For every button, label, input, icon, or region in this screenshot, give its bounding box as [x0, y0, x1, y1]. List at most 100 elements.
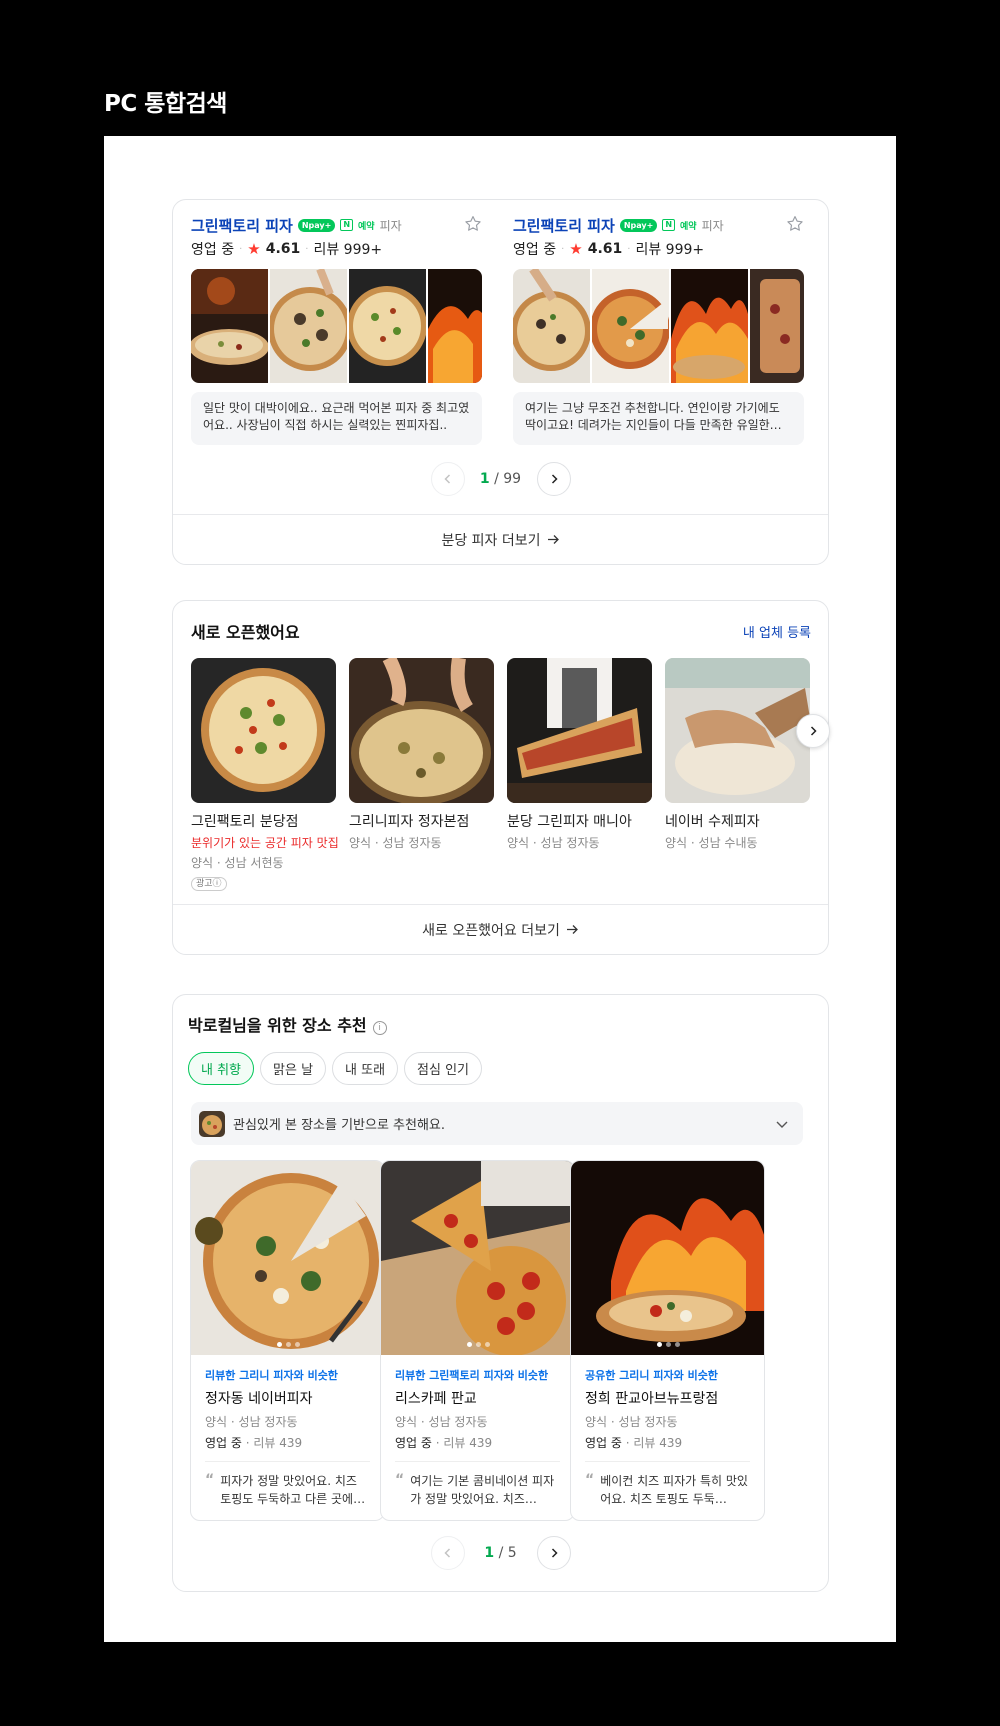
chevron-right-icon — [810, 726, 817, 736]
pizza-photo — [671, 269, 748, 383]
pizza-photo — [191, 1161, 384, 1355]
pagination: 1 / 99 — [173, 462, 828, 496]
star-outline-icon[interactable] — [785, 214, 805, 234]
register-business-link[interactable]: 내 업체 등록 — [743, 622, 811, 641]
place-name-link[interactable]: 그린팩토리 피자 — [191, 215, 293, 236]
chevron-right-icon — [551, 1548, 558, 1558]
pizza-photo — [750, 269, 804, 383]
pizza-photo — [191, 658, 336, 803]
pizza-photo — [592, 269, 669, 383]
image-dots — [191, 1342, 384, 1347]
place-name: 정희 판교아브뉴프랑점 — [585, 1391, 719, 1407]
prev-page-button[interactable] — [430, 1536, 465, 1570]
carousel-next-button[interactable] — [796, 714, 830, 748]
page-indicator: 1 / 5 — [484, 1545, 517, 1561]
quote-icon: “ — [205, 1472, 215, 1488]
place-name-link[interactable]: 그린팩토리 피자 — [513, 215, 615, 236]
status-text: 영업 중 — [395, 1436, 432, 1450]
promo-text: 분위기가 있는 공간 피자 맛집 — [191, 836, 339, 850]
recommended-place[interactable]: 공유한 그리니 피자와 비슷한 정희 판교아브뉴프랑점 양식 · 성남 정자동 … — [570, 1160, 765, 1521]
chip-sunny-day[interactable]: 맑은 날 — [260, 1052, 327, 1085]
place-category: 피자 — [701, 218, 724, 233]
filter-chips: 내 취향 맑은 날 내 또래 점심 인기 — [188, 1052, 483, 1085]
more-results-button[interactable]: 분당 피자 더보기 — [173, 514, 828, 564]
image-dots — [381, 1342, 574, 1347]
next-page-button[interactable] — [536, 462, 571, 496]
section-title: 새로 오픈했어요 — [191, 623, 300, 642]
place-name: 그린팩토리 분당점 — [191, 814, 299, 830]
more-new-open-button[interactable]: 새로 오픈했어요 더보기 — [173, 904, 828, 954]
chip-my-age[interactable]: 내 또래 — [332, 1052, 399, 1085]
place-name: 그리니피자 정자본점 — [349, 814, 470, 830]
pizza-photo — [191, 269, 268, 383]
recommend-reason: 리뷰한 그린팩토리 피자와 비슷한 — [395, 1369, 549, 1382]
review-count: 리뷰 999+ — [635, 242, 705, 258]
recommend-reason: 공유한 그리니 피자와 비슷한 — [585, 1369, 718, 1382]
basis-thumbnail — [199, 1110, 225, 1137]
new-place-item[interactable]: 분당 그린피자 매니아 양식 · 성남 정자동 — [507, 658, 652, 851]
place-category: 피자 — [379, 218, 402, 233]
chip-my-taste[interactable]: 내 취향 — [188, 1052, 255, 1085]
pizza-photo — [381, 1161, 574, 1355]
place-name: 정자동 네이버피자 — [205, 1391, 313, 1407]
star-outline-icon[interactable] — [463, 214, 483, 234]
recommended-place[interactable]: 리뷰한 그린팩토리 피자와 비슷한 리스카페 판교 양식 · 성남 정자동 영업… — [380, 1160, 575, 1521]
place-location: 양식 · 성남 수내동 — [665, 836, 758, 850]
n-badge: N — [340, 219, 354, 231]
place-carousel-card: 그린팩토리 피자 Npay+ N 예약 피자 영업 중 · ★ 4.61 · 리뷰 99… — [172, 199, 829, 565]
rating-star-icon: ★ — [247, 240, 261, 258]
pizza-photo — [270, 269, 347, 383]
new-place-item[interactable]: 그리니피자 정자본점 양식 · 성남 정자동 — [349, 658, 494, 851]
quote-icon: “ — [395, 1472, 405, 1488]
pizza-photo — [507, 658, 652, 803]
status-text: 영업 중 — [191, 242, 235, 258]
section-title: 박로컬님을 위한 장소 추천 — [188, 1016, 367, 1035]
chevron-right-icon — [551, 474, 558, 484]
place-name: 네이버 수제피자 — [665, 814, 760, 830]
place-location: 양식 · 성남 서현동 — [191, 856, 284, 870]
recommendation-basis-dropdown[interactable]: 관심있게 본 장소를 기반으로 추천해요. — [191, 1102, 803, 1145]
rating-star-icon: ★ — [569, 240, 583, 258]
review-count: 리뷰 999+ — [313, 242, 383, 258]
recommendation-card: 박로컬님을 위한 장소 추천 i 내 취향 맑은 날 내 또래 점심 인기 관심있… — [172, 994, 829, 1592]
review-snippet[interactable]: 여기는 그냥 무조건 추천합니다. 연인이랑 가기에도 딱이고요! 데려가는 지… — [513, 392, 804, 445]
pizza-photo — [513, 269, 590, 383]
chip-lunch-popular[interactable]: 점심 인기 — [404, 1052, 483, 1085]
dough-photo — [665, 658, 810, 803]
recommended-place[interactable]: 리뷰한 그리니 피자와 비슷한 정자동 네이버피자 양식 · 성남 정자동 영업… — [190, 1160, 385, 1521]
reservation-badge: 예약 — [358, 221, 375, 232]
new-place-item[interactable]: 그린팩토리 분당점 분위기가 있는 공간 피자 맛집 양식 · 성남 서현동 광… — [191, 658, 339, 891]
arrow-right-icon — [547, 535, 559, 544]
status-text: 영업 중 — [205, 1436, 242, 1450]
pagination: 1 / 5 — [173, 1536, 828, 1570]
photo-strip[interactable] — [191, 269, 482, 383]
rating-value: 4.61 — [265, 241, 301, 257]
new-open-card: 새로 오픈했어요 내 업체 등록 그린팩토리 분당점 분위기가 있는 공간 피자… — [172, 600, 830, 955]
quote-icon: “ — [585, 1472, 595, 1488]
next-page-button[interactable] — [536, 1536, 571, 1570]
place-location: 양식 · 성남 정자동 — [349, 836, 442, 850]
status-text: 영업 중 — [585, 1436, 622, 1450]
pizza-photo — [349, 658, 494, 803]
chevron-down-icon — [776, 1121, 788, 1128]
chevron-left-icon — [443, 1548, 450, 1558]
new-place-item[interactable]: 네이버 수제피자 양식 · 성남 수내동 — [665, 658, 810, 851]
recommend-reason: 리뷰한 그리니 피자와 비슷한 — [205, 1369, 338, 1382]
npay-badge: Npay+ — [297, 218, 336, 232]
search-panel: 그린팩토리 피자 Npay+ N 예약 피자 영업 중 · ★ 4.61 · 리뷰 99… — [104, 136, 896, 1642]
review-quote: 베이컨 치즈 피자가 특히 맛있어요. 치즈 토핑도 두둑… — [600, 1474, 748, 1506]
pizza-photo — [428, 269, 482, 383]
review-snippet[interactable]: 일단 맛이 대박이에요.. 요근래 먹어본 피자 중 최고였어요.. 사장님이 … — [191, 392, 482, 445]
image-dots — [571, 1342, 764, 1347]
ad-badge[interactable]: 광고ⓘ — [191, 877, 227, 891]
review-count: 리뷰 439 — [633, 1436, 683, 1450]
basis-text: 관심있게 본 장소를 기반으로 추천해요. — [233, 1118, 446, 1133]
pizza-photo — [349, 269, 426, 383]
info-icon[interactable]: i — [372, 1021, 387, 1035]
place-location: 양식 · 성남 정자동 — [585, 1415, 678, 1429]
review-quote: 여기는 기본 콤비네이션 피자가 정말 맛있어요. 치즈… — [410, 1474, 555, 1506]
npay-badge: Npay+ — [619, 218, 658, 232]
prev-page-button[interactable] — [430, 462, 465, 496]
photo-strip[interactable] — [513, 269, 804, 383]
arrow-right-icon — [566, 925, 578, 934]
